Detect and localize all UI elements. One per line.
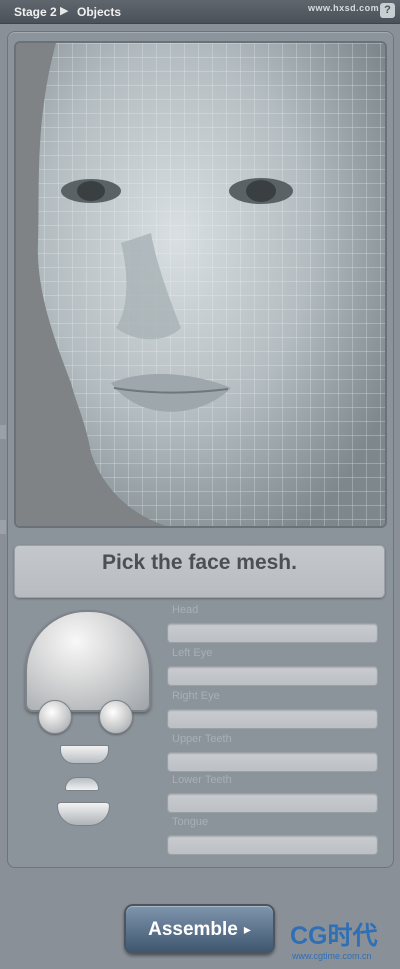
watermark-text: www.hxsd.com <box>308 3 380 13</box>
right-eye-part-icon[interactable] <box>99 700 133 734</box>
slot-label-tongue: Tongue <box>172 816 209 828</box>
slot-label-upper-teeth: Upper Teeth <box>172 733 232 745</box>
instruction-text: Pick the face mesh. <box>102 551 297 574</box>
left-eye-part-icon[interactable] <box>38 700 72 734</box>
instruction-box: Pick the face mesh. <box>14 545 385 598</box>
slot-label-lower-teeth: Lower Teeth <box>172 774 232 786</box>
left-edge-handle-2[interactable] <box>0 520 6 534</box>
watermark-logo-text: CG时代 <box>290 922 378 950</box>
help-button[interactable]: ? <box>380 3 395 18</box>
3d-viewport[interactable] <box>14 41 387 528</box>
slot-label-left-eye: Left Eye <box>172 647 213 659</box>
watermark-logo: CG时代 www.cgtime.com.cn <box>240 913 398 965</box>
slot-label-head: Head <box>172 604 199 616</box>
left-edge-handle[interactable] <box>0 425 6 439</box>
assemble-button-label: Assemble <box>148 918 238 940</box>
slot-field-tongue[interactable] <box>167 835 378 855</box>
slot-field-head[interactable] <box>167 623 378 643</box>
slot-label-right-eye: Right Eye <box>172 690 220 702</box>
breadcrumb-page: Objects <box>77 5 122 19</box>
slot-field-lower-teeth[interactable] <box>167 793 378 813</box>
top-bar: Stage 2 ▶ Objects www.hxsd.com ? <box>0 0 400 24</box>
lower-teeth-part-icon[interactable] <box>65 777 99 791</box>
breadcrumb-stage[interactable]: Stage 2 <box>14 5 57 19</box>
slot-field-left-eye[interactable] <box>167 666 378 686</box>
watermark-url: www.cgtime.com.cn <box>292 951 372 961</box>
slot-field-upper-teeth[interactable] <box>167 752 378 772</box>
slot-field-right-eye[interactable] <box>167 709 378 729</box>
breadcrumb-arrow-icon: ▶ <box>60 5 69 17</box>
face-mesh-render[interactable] <box>16 43 385 526</box>
upper-teeth-part-icon[interactable] <box>60 745 109 764</box>
